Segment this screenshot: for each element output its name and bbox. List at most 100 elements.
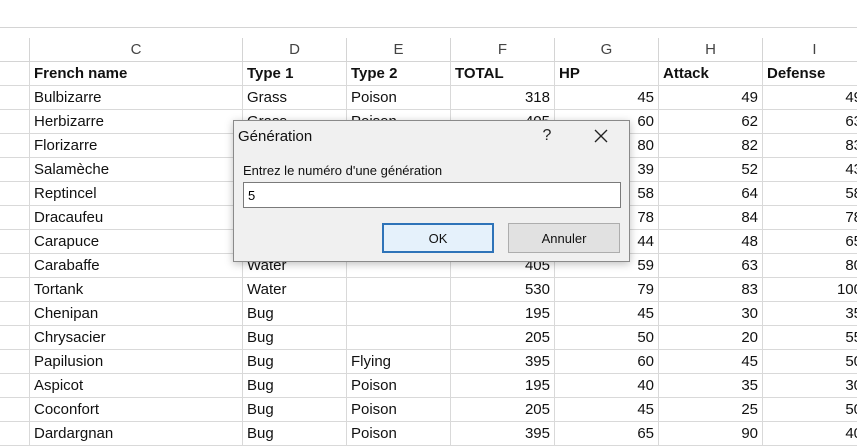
column-title-cell[interactable]: Attack <box>659 62 763 86</box>
row-header[interactable] <box>0 86 30 110</box>
corner-cell[interactable] <box>0 38 30 62</box>
table-cell[interactable]: 52 <box>659 158 763 182</box>
table-cell[interactable]: 49 <box>763 86 857 110</box>
table-cell[interactable]: 45 <box>555 302 659 326</box>
table-cell[interactable]: 40 <box>763 422 857 446</box>
table-cell[interactable]: Carapuce <box>30 230 243 254</box>
column-header-f[interactable]: F <box>451 38 555 62</box>
table-cell[interactable]: 63 <box>763 110 857 134</box>
row-header[interactable] <box>0 350 30 374</box>
row-header[interactable] <box>0 326 30 350</box>
column-title-cell[interactable]: Type 2 <box>347 62 451 86</box>
table-cell[interactable]: 58 <box>763 182 857 206</box>
table-cell[interactable]: 50 <box>763 350 857 374</box>
table-cell[interactable]: 65 <box>555 422 659 446</box>
table-cell[interactable]: Herbizarre <box>30 110 243 134</box>
table-cell[interactable]: Flying <box>347 350 451 374</box>
table-cell[interactable]: 35 <box>659 374 763 398</box>
table-cell[interactable]: Coconfort <box>30 398 243 422</box>
table-cell[interactable]: 55 <box>763 326 857 350</box>
table-cell[interactable]: Poison <box>347 398 451 422</box>
table-cell[interactable]: 40 <box>555 374 659 398</box>
table-cell[interactable] <box>347 326 451 350</box>
table-cell[interactable]: Poison <box>347 422 451 446</box>
column-header-c[interactable]: C <box>30 38 243 62</box>
cancel-button[interactable]: Annuler <box>508 223 620 253</box>
table-cell[interactable]: 63 <box>659 254 763 278</box>
table-cell[interactable]: 20 <box>659 326 763 350</box>
help-button[interactable]: ? <box>537 125 557 147</box>
table-cell[interactable]: 82 <box>659 134 763 158</box>
table-cell[interactable]: Bulbizarre <box>30 86 243 110</box>
table-cell[interactable]: Dracaufeu <box>30 206 243 230</box>
ok-button[interactable]: OK <box>382 223 494 253</box>
table-cell[interactable]: Dardargnan <box>30 422 243 446</box>
table-cell[interactable]: 50 <box>555 326 659 350</box>
column-title-cell[interactable]: HP <box>555 62 659 86</box>
table-cell[interactable]: 65 <box>763 230 857 254</box>
row-header[interactable] <box>0 302 30 326</box>
column-title-cell[interactable]: French name <box>30 62 243 86</box>
column-header-g[interactable]: G <box>555 38 659 62</box>
row-header[interactable] <box>0 374 30 398</box>
table-cell[interactable]: Poison <box>347 86 451 110</box>
table-cell[interactable]: Water <box>243 278 347 302</box>
table-cell[interactable]: 395 <box>451 422 555 446</box>
table-cell[interactable]: 83 <box>763 134 857 158</box>
table-cell[interactable]: Bug <box>243 398 347 422</box>
table-cell[interactable]: 78 <box>763 206 857 230</box>
table-cell[interactable]: Carabaffe <box>30 254 243 278</box>
table-cell[interactable]: Florizarre <box>30 134 243 158</box>
table-cell[interactable]: Salamèche <box>30 158 243 182</box>
table-cell[interactable]: 25 <box>659 398 763 422</box>
row-header[interactable] <box>0 62 30 86</box>
table-cell[interactable]: Grass <box>243 86 347 110</box>
table-cell[interactable]: 83 <box>659 278 763 302</box>
table-cell[interactable]: 45 <box>659 350 763 374</box>
table-cell[interactable]: 205 <box>451 326 555 350</box>
table-cell[interactable]: Bug <box>243 422 347 446</box>
table-cell[interactable]: 195 <box>451 302 555 326</box>
table-cell[interactable]: 45 <box>555 86 659 110</box>
table-cell[interactable]: 79 <box>555 278 659 302</box>
table-cell[interactable]: 195 <box>451 374 555 398</box>
row-header[interactable] <box>0 278 30 302</box>
row-header[interactable] <box>0 206 30 230</box>
table-cell[interactable]: 205 <box>451 398 555 422</box>
table-cell[interactable]: Bug <box>243 326 347 350</box>
table-cell[interactable]: 64 <box>659 182 763 206</box>
column-title-cell[interactable]: Type 1 <box>243 62 347 86</box>
table-cell[interactable]: 84 <box>659 206 763 230</box>
table-cell[interactable]: Reptincel <box>30 182 243 206</box>
table-cell[interactable]: Aspicot <box>30 374 243 398</box>
table-cell[interactable]: Poison <box>347 374 451 398</box>
table-cell[interactable]: 35 <box>763 302 857 326</box>
column-title-cell[interactable]: Defense <box>763 62 857 86</box>
table-cell[interactable]: Papilusion <box>30 350 243 374</box>
table-cell[interactable]: 49 <box>659 86 763 110</box>
table-cell[interactable]: Bug <box>243 302 347 326</box>
column-header-h[interactable]: H <box>659 38 763 62</box>
column-header-e[interactable]: E <box>347 38 451 62</box>
table-cell[interactable]: 395 <box>451 350 555 374</box>
row-header[interactable] <box>0 110 30 134</box>
table-cell[interactable]: Tortank <box>30 278 243 302</box>
table-cell[interactable]: 50 <box>763 398 857 422</box>
table-cell[interactable]: 90 <box>659 422 763 446</box>
table-cell[interactable]: 80 <box>763 254 857 278</box>
table-cell[interactable]: 45 <box>555 398 659 422</box>
row-header[interactable] <box>0 422 30 446</box>
row-header[interactable] <box>0 158 30 182</box>
table-cell[interactable]: 100 <box>763 278 857 302</box>
row-header[interactable] <box>0 398 30 422</box>
table-cell[interactable] <box>347 302 451 326</box>
table-cell[interactable]: 60 <box>555 350 659 374</box>
table-cell[interactable]: 318 <box>451 86 555 110</box>
table-cell[interactable]: 48 <box>659 230 763 254</box>
row-header[interactable] <box>0 134 30 158</box>
table-cell[interactable]: 530 <box>451 278 555 302</box>
close-button[interactable] <box>590 125 612 147</box>
table-cell[interactable]: Bug <box>243 374 347 398</box>
table-cell[interactable]: 43 <box>763 158 857 182</box>
table-cell[interactable]: 30 <box>763 374 857 398</box>
